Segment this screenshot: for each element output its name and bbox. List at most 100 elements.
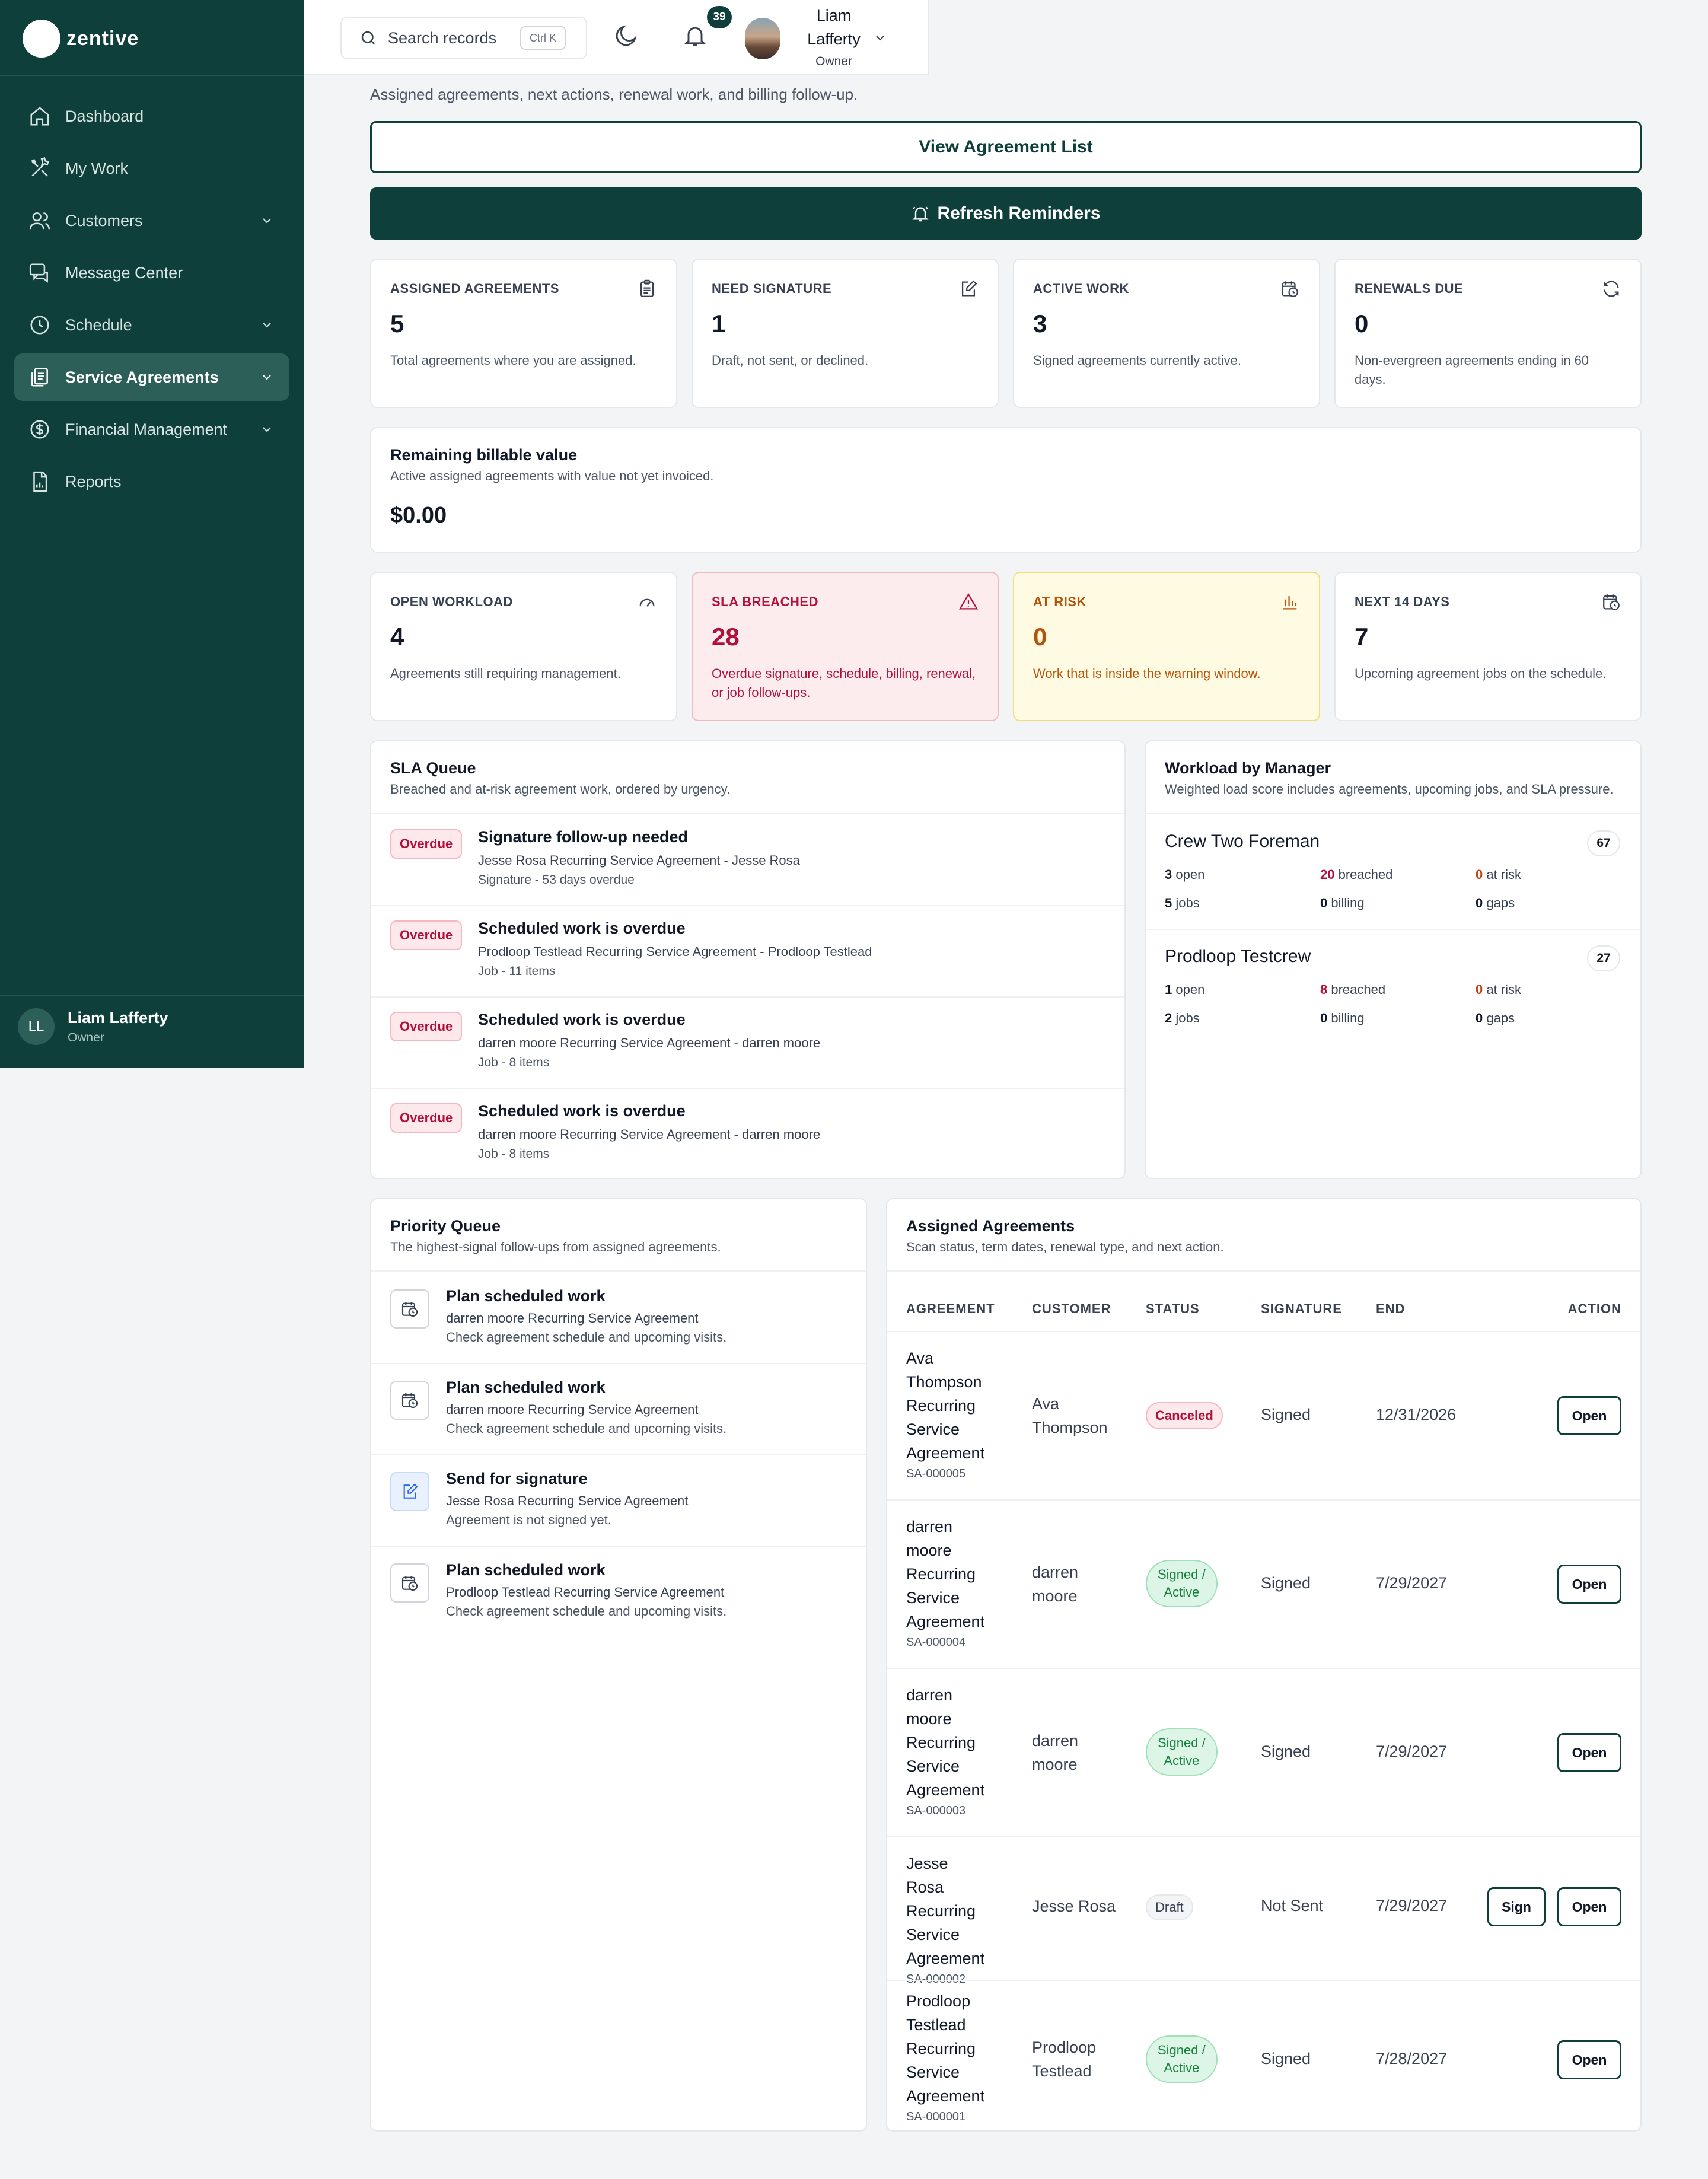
stat-description: Work that is inside the warning window.	[1033, 666, 1261, 681]
column-header-end[interactable]: END	[1376, 1301, 1405, 1317]
sla-item-agreement: darren moore Recurring Service Agreement…	[478, 1036, 821, 1050]
open-button[interactable]: Open	[1557, 2040, 1621, 2079]
bell-ring-icon	[912, 206, 929, 222]
open-button[interactable]: Open	[1557, 1733, 1621, 1772]
metric-value: 2	[1165, 1011, 1172, 1025]
customer-name: darren moore	[1032, 1732, 1079, 1773]
table-row[interactable]: Ava Thompson Recurring Service Agreement…	[887, 1332, 1640, 1499]
stat-label: SLA BREACHED	[712, 594, 818, 609]
priority-item-agreement: Prodloop Testlead Recurring Service Agre…	[446, 1585, 725, 1600]
stat-card-next-14-days[interactable]: NEXT 14 DAYS 7 Upcoming agreement jobs o…	[1334, 572, 1642, 721]
overdue-badge: Overdue	[390, 829, 463, 859]
edit-document-icon	[961, 280, 977, 297]
sidebar-item-message-center[interactable]: Message Center	[14, 249, 289, 297]
brand-logo[interactable]: zentive	[23, 18, 139, 59]
stat-card-renewals-due[interactable]: RENEWALS DUE 0 Non-evergreen agreements …	[1334, 259, 1642, 408]
calendar-clock-icon	[390, 1563, 429, 1603]
table-row[interactable]: darren moore Recurring Service Agreement…	[887, 1669, 1640, 1836]
metric-label: jobs	[1175, 1011, 1200, 1025]
metric-label: gaps	[1486, 1011, 1515, 1025]
open-button[interactable]: Open	[1557, 1396, 1621, 1435]
table-row[interactable]: Prodloop Testlead Recurring Service Agre…	[887, 1981, 1640, 2132]
stat-card-open-workload[interactable]: OPEN WORKLOAD 4 Agreements still requiri…	[370, 572, 677, 721]
calendar-clock-icon	[390, 1381, 429, 1420]
priority-item-meta: Check agreement schedule and upcoming vi…	[446, 1604, 727, 1619]
metric-label: jobs	[1175, 896, 1200, 910]
bell-icon[interactable]	[682, 23, 708, 49]
search-shortcut: Ctrl K	[520, 26, 566, 50]
priority-item[interactable]: Plan scheduled work darren moore Recurri…	[371, 1363, 866, 1454]
stat-value: 4	[390, 623, 404, 651]
sla-queue-item[interactable]: Overdue Scheduled work is overdue darren…	[371, 1088, 1124, 1179]
bar-chart-icon	[1283, 596, 1297, 610]
sidebar-item-my-work[interactable]: My Work	[14, 145, 289, 192]
column-header-agreement[interactable]: AGREEMENT	[906, 1301, 995, 1317]
sla-item-title: Scheduled work is overdue	[478, 1102, 686, 1120]
end-date: 7/29/2027	[1376, 1897, 1448, 1914]
end-date: 12/31/2026	[1376, 1406, 1457, 1423]
search-input[interactable]: Search records Ctrl K	[340, 17, 587, 59]
sidebar-user[interactable]: LL Liam Lafferty Owner	[18, 1008, 168, 1045]
metric-value: 8	[1320, 982, 1328, 997]
notification-badge: 39	[707, 6, 732, 28]
panel-title: Workload by Manager	[1165, 759, 1331, 777]
logo-mark-icon	[23, 20, 60, 58]
stat-value: 1	[712, 310, 726, 337]
manager-row[interactable]: Crew Two Foreman 67 3 open 20 breached 0…	[1146, 814, 1640, 929]
sla-queue-item[interactable]: Overdue Scheduled work is overdue darren…	[371, 996, 1124, 1088]
stat-card-at-risk[interactable]: AT RISK 0 Work that is inside the warnin…	[1013, 572, 1320, 721]
stat-label: NEED SIGNATURE	[712, 281, 832, 296]
stat-card-active-work[interactable]: ACTIVE WORK 3 Signed agreements currentl…	[1013, 259, 1320, 408]
stat-label: AT RISK	[1033, 594, 1086, 609]
column-header-signature[interactable]: SIGNATURE	[1261, 1301, 1342, 1317]
priority-item[interactable]: Plan scheduled work darren moore Recurri…	[371, 1272, 866, 1363]
table-row[interactable]: darren moore Recurring Service Agreement…	[887, 1501, 1640, 1668]
open-button[interactable]: Open	[1557, 1887, 1621, 1926]
priority-item-meta: Check agreement schedule and upcoming vi…	[446, 1330, 727, 1345]
sidebar-user-name: Liam Lafferty	[68, 1008, 168, 1027]
stat-description: Agreements still requiring management.	[390, 666, 621, 681]
priority-item[interactable]: Send for signature Jesse Rosa Recurring …	[371, 1454, 866, 1546]
sla-queue-item[interactable]: Overdue Signature follow-up needed Jesse…	[371, 814, 1124, 905]
table-row[interactable]: Jesse Rosa Recurring Service Agreement S…	[887, 1837, 1640, 1986]
agreement-name: darren moore Recurring Service Agreement…	[906, 1683, 989, 1820]
sign-button[interactable]: Sign	[1487, 1887, 1546, 1926]
sidebar-item-schedule[interactable]: Schedule	[14, 301, 289, 349]
panel-title: SLA Queue	[390, 759, 476, 777]
sla-queue-item[interactable]: Overdue Scheduled work is overdue Prodlo…	[371, 905, 1124, 996]
refresh-reminders-button[interactable]: Refresh Reminders	[370, 187, 1642, 240]
stat-card-need-signature[interactable]: NEED SIGNATURE 1 Draft, not sent, or dec…	[692, 259, 999, 408]
sidebar-item-dashboard[interactable]: Dashboard	[14, 93, 289, 140]
stat-value: 5	[390, 310, 404, 337]
signature-status: Signed	[1261, 1742, 1311, 1760]
sla-item-agreement: darren moore Recurring Service Agreement…	[478, 1127, 821, 1142]
column-header-customer[interactable]: CUSTOMER	[1032, 1301, 1111, 1317]
sidebar-item-financial-management[interactable]: Financial Management	[14, 406, 289, 453]
open-button[interactable]: Open	[1557, 1565, 1621, 1604]
view-agreement-list-button[interactable]: View Agreement List	[370, 121, 1642, 173]
messages-icon	[29, 263, 48, 283]
column-header-status[interactable]: STATUS	[1146, 1301, 1200, 1317]
stat-card-sla-breached[interactable]: SLA BREACHED 28 Overdue signature, sched…	[692, 572, 999, 721]
profile-role: Owner	[815, 55, 852, 68]
avatar[interactable]	[745, 18, 780, 59]
profile-name[interactable]: Liam Lafferty	[790, 4, 878, 51]
chevron-down-icon[interactable]	[873, 31, 887, 45]
sidebar-item-service-agreements[interactable]: Service Agreements	[14, 353, 289, 401]
manager-billing: 0 billing	[1320, 896, 1365, 911]
metric-label: billing	[1331, 896, 1365, 910]
manager-row[interactable]: Prodloop Testcrew 27 1 open 8 breached 0…	[1146, 929, 1640, 1044]
sla-item-meta: Job - 8 items	[478, 1056, 550, 1069]
stat-card-assigned-agreements[interactable]: ASSIGNED AGREEMENTS 5 Total agreements w…	[370, 259, 677, 408]
moon-icon[interactable]	[613, 23, 639, 49]
billable-value: $0.00	[390, 503, 447, 528]
priority-item[interactable]: Plan scheduled work Prodloop Testlead Re…	[371, 1546, 866, 1637]
load-score-badge: 27	[1587, 945, 1620, 971]
search-placeholder: Search records	[388, 28, 497, 47]
sla-item-agreement: Prodloop Testlead Recurring Service Agre…	[478, 944, 872, 959]
divider	[887, 1270, 1640, 1272]
sidebar-item-reports[interactable]: Reports	[14, 458, 289, 505]
chevron-down-icon	[263, 375, 271, 380]
sla-item-meta: Signature - 53 days overdue	[478, 873, 635, 887]
sidebar-item-customers[interactable]: Customers	[14, 197, 289, 244]
